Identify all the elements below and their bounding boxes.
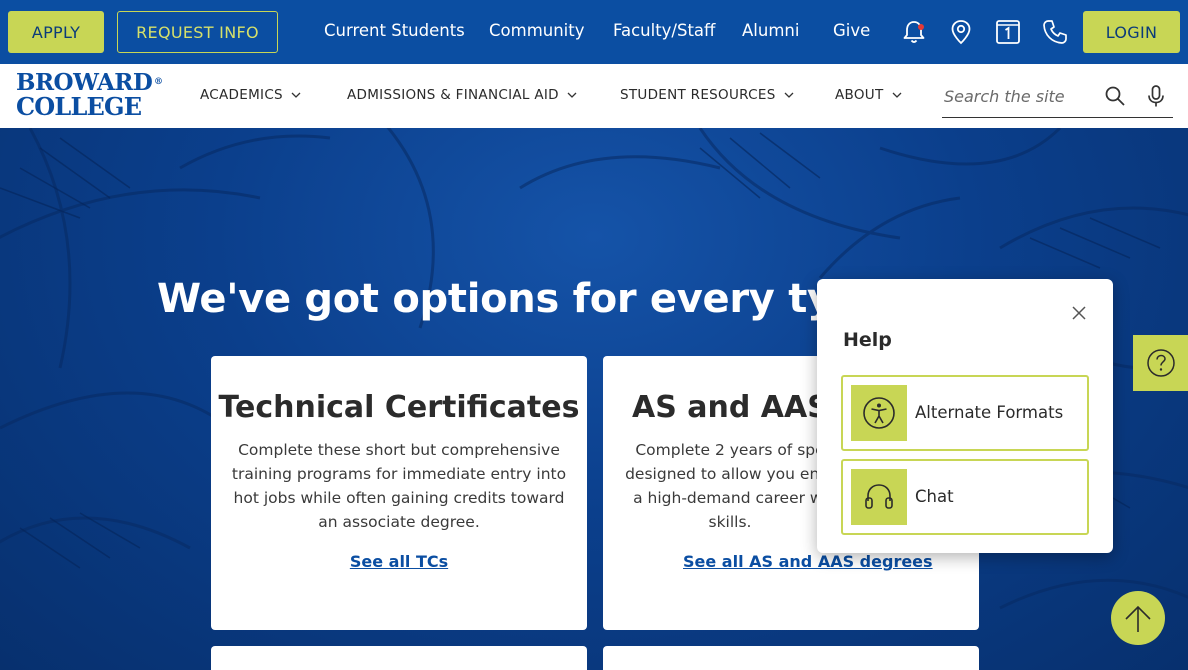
- arrow-up-icon: [1125, 605, 1151, 632]
- accessibility-icon: [863, 397, 895, 429]
- link-current-students[interactable]: Current Students: [324, 21, 465, 40]
- help-panel: Help Alternate Formats Chat: [817, 279, 1113, 553]
- help-title: Help: [843, 329, 892, 351]
- nav-about-label: ABOUT: [835, 87, 884, 103]
- search-input[interactable]: [944, 82, 1094, 110]
- close-icon[interactable]: [1069, 303, 1089, 323]
- card-title: Technical Certificates: [218, 390, 580, 425]
- nav-student-resources-label: STUDENT RESOURCES: [620, 87, 776, 103]
- bell-icon[interactable]: [900, 18, 928, 46]
- see-all-as-aas-link[interactable]: See all AS and AAS degrees: [683, 552, 933, 571]
- back-to-top-button[interactable]: [1111, 591, 1165, 645]
- logo-line2: COLLEGE: [16, 92, 142, 121]
- link-give[interactable]: Give: [833, 21, 870, 40]
- logo-registered-mark: ®: [154, 77, 163, 87]
- link-faculty-staff[interactable]: Faculty/Staff: [613, 21, 715, 40]
- see-all-tcs-link[interactable]: See all TCs: [211, 552, 587, 571]
- card-technical-certificates: Technical Certificates Complete these sh…: [211, 356, 587, 630]
- location-pin-icon[interactable]: [947, 18, 975, 46]
- nav-academics[interactable]: ACADEMICS: [200, 87, 301, 103]
- accessibility-icon-box: [851, 385, 907, 441]
- nav-academics-label: ACADEMICS: [200, 87, 283, 103]
- apply-button[interactable]: APPLY: [8, 11, 104, 53]
- question-mark-icon: [1147, 349, 1175, 377]
- chat-label: Chat: [915, 487, 954, 506]
- link-community[interactable]: Community: [489, 21, 585, 40]
- chat-button[interactable]: Chat: [841, 459, 1089, 535]
- login-button[interactable]: LOGIN: [1083, 11, 1180, 53]
- help-toggle-button[interactable]: [1133, 335, 1188, 391]
- chevron-down-icon: [567, 92, 577, 98]
- search-icon[interactable]: [1103, 84, 1127, 108]
- broward-college-logo[interactable]: BROWARD COLLEGE ®: [16, 71, 163, 121]
- nav-admissions[interactable]: ADMISSIONS & FINANCIAL AID: [347, 87, 577, 103]
- site-search: [942, 78, 1173, 118]
- card-partial-bottom-right: [603, 646, 979, 670]
- nav-student-resources[interactable]: STUDENT RESOURCES: [620, 87, 794, 103]
- alternate-formats-button[interactable]: Alternate Formats: [841, 375, 1089, 451]
- headset-icon-box: [851, 469, 907, 525]
- phone-icon[interactable]: [1041, 18, 1069, 46]
- utility-bar: APPLY REQUEST INFO Current Students Comm…: [0, 0, 1188, 64]
- alternate-formats-label: Alternate Formats: [915, 403, 1064, 422]
- link-alumni[interactable]: Alumni: [742, 21, 799, 40]
- card-partial-bottom-left: [211, 646, 587, 670]
- microphone-icon[interactable]: [1144, 84, 1168, 108]
- request-info-button[interactable]: REQUEST INFO: [117, 11, 278, 53]
- card-description: Complete these short but comprehensive t…: [231, 441, 567, 531]
- chevron-down-icon: [892, 92, 901, 98]
- card-description: Complete 2 years of spe designed to allo…: [625, 441, 835, 531]
- headset-icon: [865, 484, 893, 509]
- nav-about[interactable]: ABOUT: [835, 87, 902, 103]
- hero-title: We've got options for every type o: [157, 276, 929, 322]
- calendar-icon[interactable]: [994, 18, 1022, 46]
- chevron-down-icon: [784, 92, 794, 98]
- chevron-down-icon: [291, 92, 301, 98]
- nav-admissions-label: ADMISSIONS & FINANCIAL AID: [347, 87, 559, 103]
- main-header: BROWARD COLLEGE ® ACADEMICS ADMISSIONS &…: [0, 64, 1188, 128]
